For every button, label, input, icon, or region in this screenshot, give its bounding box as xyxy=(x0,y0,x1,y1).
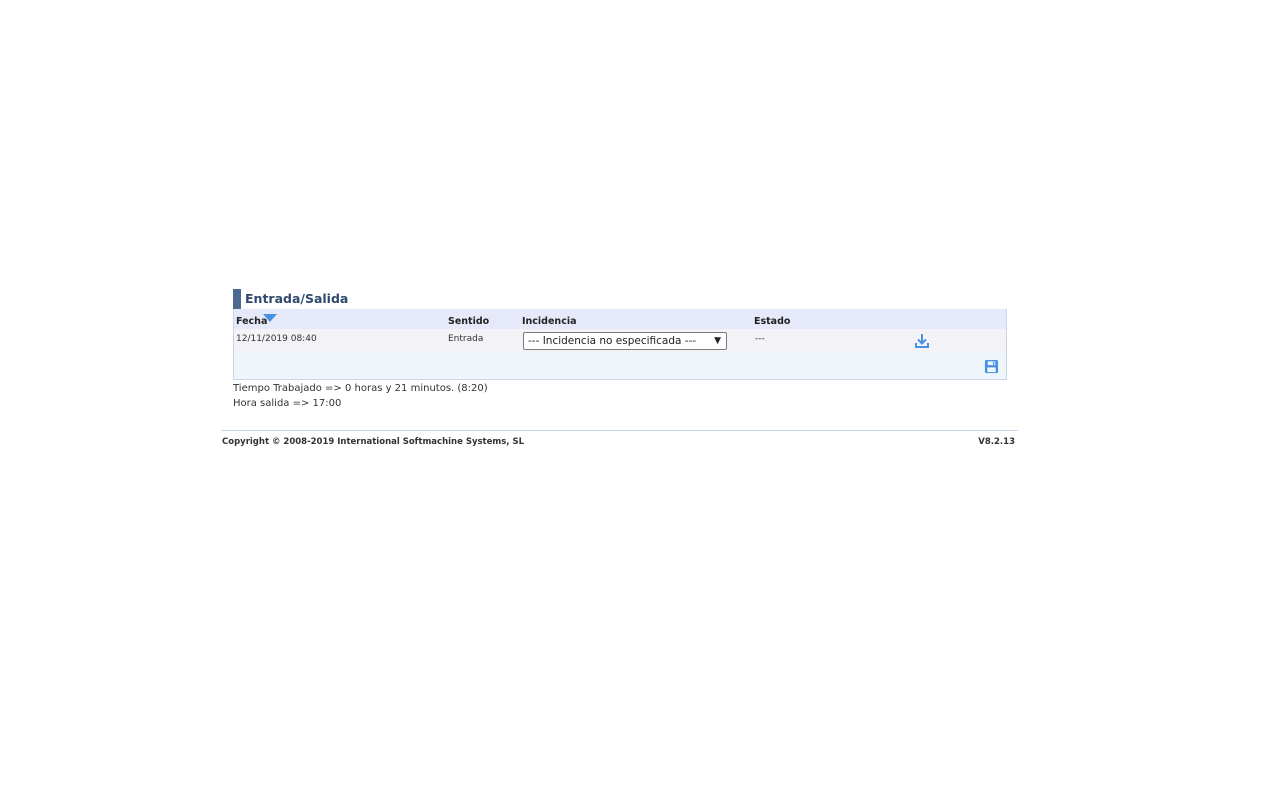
section-title-bar xyxy=(233,289,241,309)
cell-sentido: Entrada xyxy=(448,334,484,344)
incidencia-select[interactable]: --- Incidencia no especificada --- ▼ xyxy=(523,332,727,350)
section-title: Entrada/Salida xyxy=(233,289,1007,309)
column-header-sentido: Sentido xyxy=(448,316,490,327)
chevron-down-icon: ▼ xyxy=(714,336,721,346)
work-summary: Tiempo Trabajado => 0 horas y 21 minutos… xyxy=(233,381,488,411)
records-table: Fecha Sentido Incidencia Estado 12/11/20… xyxy=(233,309,1007,380)
cell-fecha: 12/11/2019 08:40 xyxy=(236,334,317,344)
cell-estado: --- xyxy=(755,334,765,344)
column-header-incidencia: Incidencia xyxy=(522,316,577,327)
table-row: 12/11/2019 08:40 Entrada --- Incidencia … xyxy=(234,329,1006,353)
sort-descending-icon[interactable] xyxy=(263,314,277,322)
incidencia-select-value: --- Incidencia no especificada --- xyxy=(528,335,697,347)
entrada-salida-section: Entrada/Salida Fecha Sentido Incidencia … xyxy=(233,289,1007,380)
section-title-text: Entrada/Salida xyxy=(245,291,349,306)
version-text: V8.2.13 xyxy=(978,437,1015,447)
column-header-estado: Estado xyxy=(754,316,791,327)
download-icon[interactable] xyxy=(914,333,930,349)
save-icon[interactable] xyxy=(984,359,999,374)
hora-salida-text: Hora salida => 17:00 xyxy=(233,398,342,409)
footer-divider xyxy=(221,430,1018,431)
table-header: Fecha Sentido Incidencia Estado xyxy=(234,309,1006,329)
table-footer xyxy=(234,353,1006,379)
tiempo-trabajado-text: Tiempo Trabajado => 0 horas y 21 minutos… xyxy=(233,383,488,394)
copyright-text: Copyright © 2008-2019 International Soft… xyxy=(222,437,525,447)
